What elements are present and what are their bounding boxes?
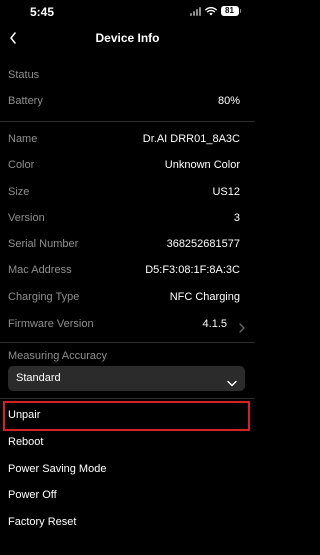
detail-value: Dr.AI DRR01_8A3C — [142, 133, 240, 145]
detail-row-version: Version 3 — [0, 206, 255, 233]
section-divider — [0, 342, 255, 343]
detail-row-mac-address: Mac Address D5:F3:08:1F:8A:3C — [0, 258, 255, 285]
detail-row-name: Name Dr.AI DRR01_8A3C — [0, 127, 255, 154]
power-off-button[interactable]: Power Off — [0, 483, 255, 509]
unpair-highlight — [3, 401, 250, 431]
detail-label: Firmware Version — [8, 318, 94, 330]
section-divider — [0, 121, 255, 122]
reboot-button[interactable]: Reboot — [0, 430, 255, 456]
power-off-label: Power Off — [8, 489, 57, 501]
power-saving-mode-button[interactable]: Power Saving Mode — [0, 457, 255, 483]
page-title: Device Info — [95, 31, 160, 45]
detail-value: US12 — [212, 186, 240, 198]
measuring-accuracy-value: Standard — [16, 372, 61, 384]
detail-value: 368252681577 — [166, 238, 240, 250]
factory-reset-label: Factory Reset — [8, 516, 77, 528]
detail-row-serial-number: Serial Number 368252681577 — [0, 232, 255, 259]
factory-reset-button[interactable]: Factory Reset — [0, 510, 255, 536]
battery-row: Battery 80% — [0, 89, 255, 116]
detail-row-charging-type: Charging Type NFC Charging — [0, 285, 255, 312]
measuring-accuracy-select[interactable]: Standard — [8, 366, 245, 391]
status-heading: Status — [8, 69, 40, 81]
measuring-accuracy-label: Measuring Accuracy — [8, 350, 108, 362]
cellular-signal-icon — [189, 6, 201, 16]
nav-bar: Device Info — [0, 26, 255, 52]
detail-value: Unknown Color — [164, 159, 240, 171]
detail-label: Color — [8, 159, 35, 171]
detail-row-color: Color Unknown Color — [0, 153, 255, 180]
status-icons: 81 — [189, 6, 241, 16]
detail-value: 4.1.5 — [202, 318, 227, 330]
detail-label: Charging Type — [8, 291, 80, 303]
power-saving-mode-label: Power Saving Mode — [8, 463, 107, 475]
chevron-right-icon — [239, 320, 245, 338]
detail-value: NFC Charging — [169, 291, 240, 303]
chevron-down-icon — [227, 374, 237, 392]
battery-label: Battery — [8, 95, 43, 107]
detail-label: Name — [8, 133, 38, 145]
detail-label: Serial Number — [8, 238, 79, 250]
battery-value: 80% — [217, 95, 240, 107]
detail-value: 3 — [233, 212, 240, 224]
detail-label: Mac Address — [8, 264, 72, 276]
detail-label: Size — [8, 186, 30, 198]
section-divider — [0, 398, 255, 399]
reboot-label: Reboot — [8, 436, 44, 448]
status-bar: 5:45 81 — [0, 0, 255, 26]
battery-icon: 81 — [220, 6, 241, 16]
detail-row-size: Size US12 — [0, 180, 255, 207]
status-time: 5:45 — [30, 5, 55, 19]
detail-label: Version — [8, 212, 45, 224]
detail-row-firmware-version[interactable]: Firmware Version 4.1.5 — [0, 312, 255, 339]
wifi-icon — [204, 6, 217, 16]
detail-value: D5:F3:08:1F:8A:3C — [145, 264, 240, 276]
status-heading-row: Status — [0, 63, 255, 90]
battery-level: 81 — [220, 6, 239, 16]
